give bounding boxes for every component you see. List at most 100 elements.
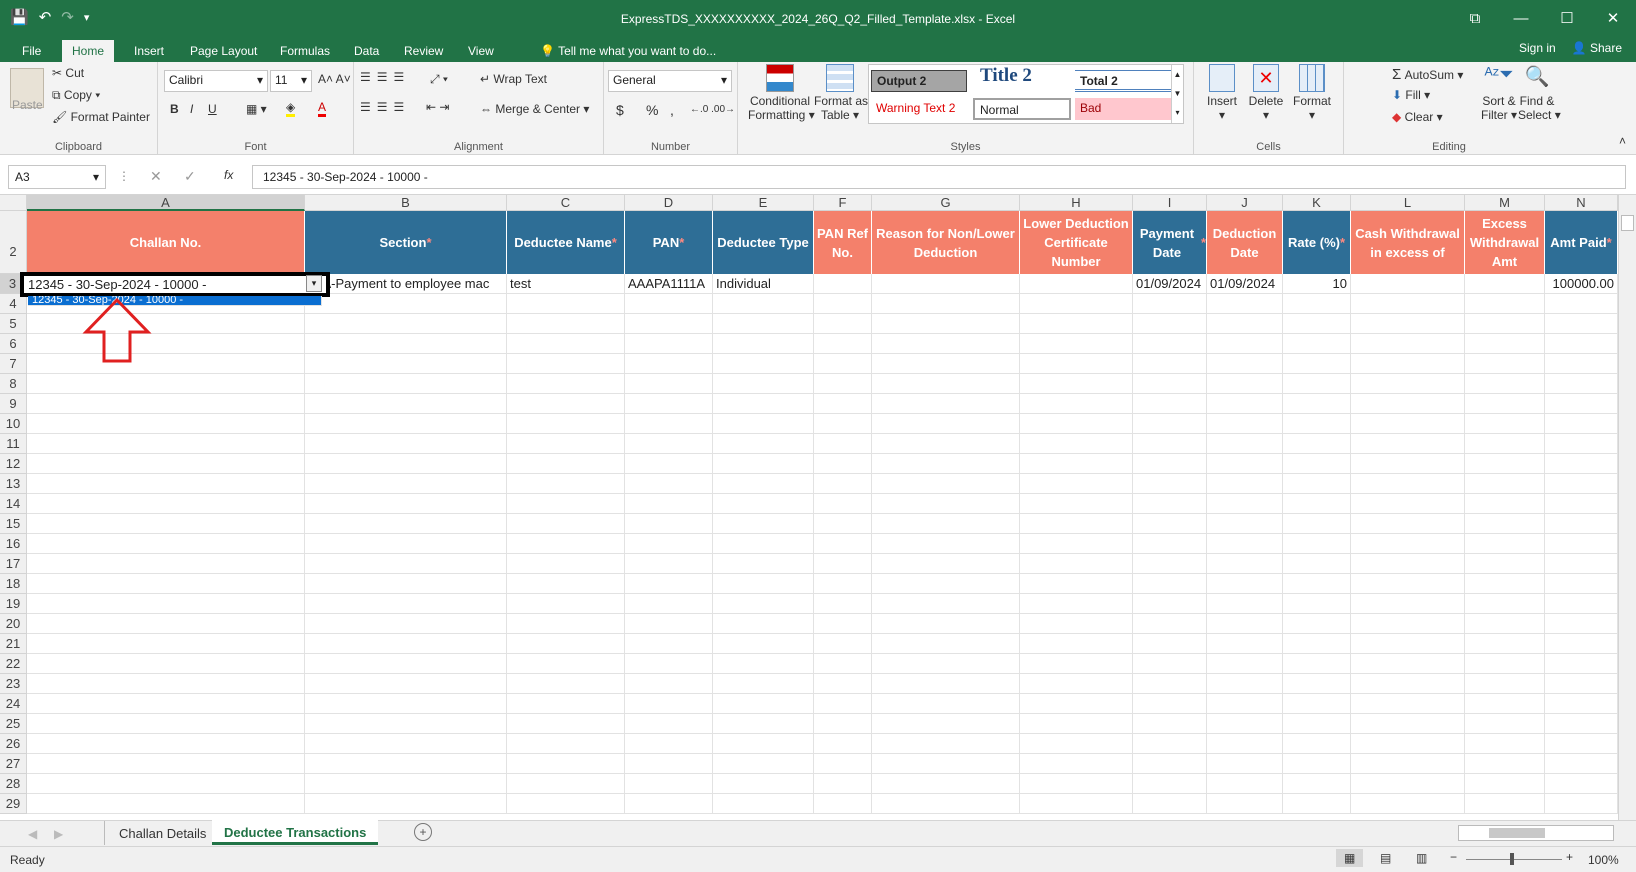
cell[interactable]	[305, 634, 507, 654]
cell[interactable]	[713, 554, 814, 574]
cell[interactable]	[1020, 494, 1133, 514]
cell[interactable]	[872, 334, 1020, 354]
cell[interactable]	[1133, 294, 1207, 314]
format-cells-button[interactable]: Format ▾	[1290, 64, 1334, 122]
page-layout-view-icon[interactable]: ▤	[1380, 851, 1391, 865]
cell[interactable]	[1283, 774, 1351, 794]
cell[interactable]	[507, 434, 625, 454]
cell[interactable]	[625, 754, 713, 774]
cell[interactable]	[872, 654, 1020, 674]
cell[interactable]	[1545, 374, 1618, 394]
cell[interactable]	[625, 774, 713, 794]
cell[interactable]	[1465, 614, 1545, 634]
number-format-select[interactable]: General ▾	[608, 70, 732, 92]
cell[interactable]	[1133, 514, 1207, 534]
column-header-a[interactable]: A	[27, 195, 305, 211]
row-header-5[interactable]: 5	[0, 314, 27, 334]
grow-font-button[interactable]: A˄ A˅	[318, 72, 351, 86]
cell[interactable]	[1020, 614, 1133, 634]
cell[interactable]	[1133, 774, 1207, 794]
cell[interactable]	[305, 754, 507, 774]
cell[interactable]	[1351, 514, 1465, 534]
style-bad[interactable]: Bad	[1075, 98, 1171, 120]
row-header-15[interactable]: 15	[0, 514, 27, 534]
cell[interactable]	[1545, 434, 1618, 454]
indent-icons[interactable]: ⇤ ⇥	[426, 100, 449, 114]
cell[interactable]	[872, 454, 1020, 474]
cell[interactable]	[872, 374, 1020, 394]
cell[interactable]	[507, 674, 625, 694]
cell[interactable]	[1020, 474, 1133, 494]
row-header-8[interactable]: 8	[0, 374, 27, 394]
cell[interactable]	[713, 574, 814, 594]
cell[interactable]	[625, 634, 713, 654]
row-header-7[interactable]: 7	[0, 354, 27, 374]
zoom-slider[interactable]	[1466, 853, 1562, 865]
cell[interactable]	[1545, 514, 1618, 534]
style-output-2[interactable]: Output 2	[871, 70, 967, 92]
cell[interactable]	[27, 434, 305, 454]
cell[interactable]	[872, 434, 1020, 454]
cell[interactable]	[625, 434, 713, 454]
cell[interactable]	[1207, 434, 1283, 454]
cell[interactable]	[872, 574, 1020, 594]
cell[interactable]	[1351, 534, 1465, 554]
clear-button[interactable]: ◆ Clear ▾	[1392, 110, 1443, 124]
cell[interactable]	[1133, 414, 1207, 434]
row-header-29[interactable]: 29	[0, 794, 27, 814]
cell[interactable]	[872, 754, 1020, 774]
cell[interactable]	[27, 554, 305, 574]
cell[interactable]	[1020, 794, 1133, 814]
cell[interactable]	[1545, 614, 1618, 634]
horizontal-scroll-thumb[interactable]	[1489, 828, 1545, 838]
cell[interactable]	[625, 494, 713, 514]
cell[interactable]	[713, 674, 814, 694]
cell[interactable]	[1465, 354, 1545, 374]
column-header-e[interactable]: E	[713, 195, 814, 211]
row-header-13[interactable]: 13	[0, 474, 27, 494]
cell[interactable]	[1465, 454, 1545, 474]
cell[interactable]	[1133, 614, 1207, 634]
cell[interactable]	[305, 334, 507, 354]
horizontal-scrollbar[interactable]	[1458, 825, 1614, 841]
cell[interactable]	[1351, 654, 1465, 674]
cell[interactable]	[713, 294, 814, 314]
column-header-c[interactable]: C	[507, 195, 625, 211]
cell-i3[interactable]: 01/09/2024	[1133, 274, 1207, 294]
cell[interactable]	[27, 414, 305, 434]
cell[interactable]	[1465, 314, 1545, 334]
cell[interactable]	[1020, 354, 1133, 374]
cell[interactable]	[872, 534, 1020, 554]
cell[interactable]	[625, 394, 713, 414]
cell[interactable]	[1207, 394, 1283, 414]
column-header-f[interactable]: F	[814, 195, 872, 211]
row-header-12[interactable]: 12	[0, 454, 27, 474]
cell[interactable]	[1133, 494, 1207, 514]
cell[interactable]	[507, 394, 625, 414]
cell[interactable]	[1351, 314, 1465, 334]
style-warning-text-2[interactable]: Warning Text 2	[871, 98, 967, 120]
cell[interactable]	[713, 414, 814, 434]
cell[interactable]	[625, 574, 713, 594]
cell[interactable]	[27, 374, 305, 394]
cell[interactable]	[1465, 474, 1545, 494]
cell[interactable]	[1207, 714, 1283, 734]
underline-button[interactable]: U	[208, 102, 217, 116]
cell[interactable]	[1207, 734, 1283, 754]
cell[interactable]	[1465, 714, 1545, 734]
cell[interactable]	[1133, 534, 1207, 554]
cell[interactable]	[713, 734, 814, 754]
cell[interactable]	[1283, 574, 1351, 594]
cell[interactable]	[625, 474, 713, 494]
cell[interactable]	[814, 414, 872, 434]
cell[interactable]	[305, 414, 507, 434]
cell-c3[interactable]: test	[507, 274, 625, 294]
cell[interactable]	[713, 434, 814, 454]
cell[interactable]	[507, 374, 625, 394]
cell[interactable]	[1020, 714, 1133, 734]
merge-center-button[interactable]: ⇔ Merge & Center ▾	[480, 102, 589, 116]
cell[interactable]	[814, 554, 872, 574]
row-header-20[interactable]: 20	[0, 614, 27, 634]
cell[interactable]	[872, 614, 1020, 634]
cell[interactable]	[1283, 554, 1351, 574]
